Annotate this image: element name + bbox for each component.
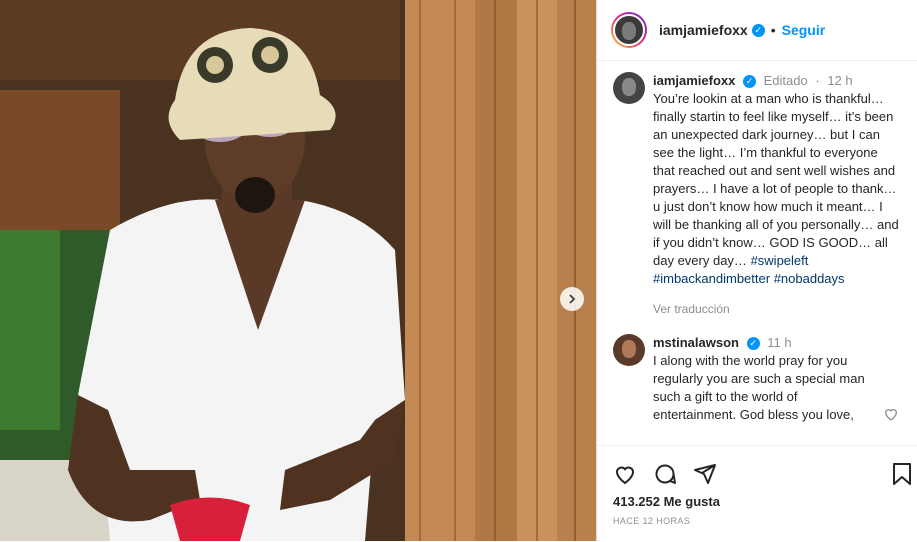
comments-section[interactable]: iamjamiefoxx ✓ Editado · 12 h You’re loo… — [597, 62, 917, 445]
comment-time[interactable]: 11 h — [767, 335, 791, 350]
post-timestamp: HACE 12 HORAS — [613, 516, 691, 526]
like-comment-button[interactable] — [883, 406, 899, 427]
caption-body: iamjamiefoxx ✓ Editado · 12 h You’re loo… — [653, 72, 903, 318]
post-side-panel: iamjamiefoxx ✓ • Seguir iamjamiefoxx ✓ E… — [596, 0, 917, 541]
share-button[interactable] — [693, 462, 717, 491]
bookmark-icon — [893, 463, 911, 485]
comment-avatar[interactable] — [613, 334, 645, 366]
send-icon — [694, 464, 716, 484]
comment-icon — [655, 464, 676, 484]
caption-text: You’re lookin at a man who is thankful… … — [653, 90, 903, 288]
follow-button[interactable]: Seguir — [782, 22, 826, 38]
likes-count[interactable]: 413.252 Me gusta — [613, 494, 720, 509]
hashtag-link[interactable]: #swipeleft — [751, 253, 809, 268]
avatar-face — [622, 340, 636, 358]
caption-text-body: You’re lookin at a man who is thankful… … — [653, 91, 899, 268]
caption: iamjamiefoxx ✓ Editado · 12 h You’re loo… — [597, 62, 917, 318]
comment-item: mstinalawson ✓ 11 h I along with the wor… — [597, 318, 917, 424]
hashtag-link[interactable]: #imbackandimbetter — [653, 271, 770, 286]
post-header: iamjamiefoxx ✓ • Seguir — [597, 0, 917, 61]
avatar-face — [622, 78, 636, 96]
post-actions: 413.252 Me gusta HACE 12 HORAS — [597, 445, 917, 542]
separator-dot: • — [770, 22, 776, 38]
heart-outline-icon — [884, 409, 898, 421]
comment-username[interactable]: mstinalawson — [653, 335, 739, 350]
post-photo — [0, 0, 596, 541]
caption-edited: Editado — [763, 73, 808, 88]
next-slide-button[interactable] — [560, 287, 584, 311]
separator-dot: · — [815, 73, 820, 88]
photo-illustration — [0, 0, 596, 541]
comment-body: mstinalawson ✓ 11 h I along with the wor… — [653, 334, 881, 424]
comment-button[interactable] — [653, 462, 677, 491]
author-username[interactable]: iamjamiefoxx — [659, 22, 748, 38]
see-translation-link[interactable]: Ver traducción — [653, 300, 903, 318]
chevron-right-icon — [569, 294, 576, 304]
save-button[interactable] — [891, 462, 913, 491]
caption-username[interactable]: iamjamiefoxx — [653, 73, 735, 88]
comment-text: I along with the world pray for you regu… — [653, 353, 865, 422]
hashtag-link[interactable]: #nobaddays — [774, 271, 845, 286]
caption-time[interactable]: 12 h — [827, 73, 852, 88]
avatar-image — [613, 14, 645, 46]
verified-badge-icon: ✓ — [746, 337, 760, 351]
caption-avatar[interactable] — [613, 72, 645, 104]
heart-icon — [615, 466, 635, 485]
like-button[interactable] — [613, 462, 637, 491]
avatar-face — [622, 22, 636, 40]
author-avatar[interactable] — [611, 12, 647, 48]
verified-badge-icon: ✓ — [743, 75, 756, 89]
verified-badge-icon: ✓ — [751, 23, 765, 37]
